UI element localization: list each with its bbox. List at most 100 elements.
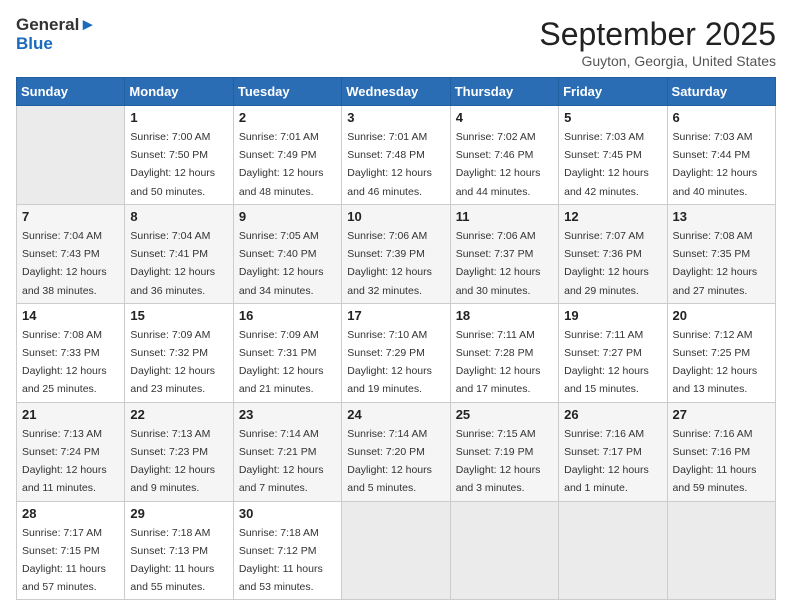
calendar-cell bbox=[667, 501, 775, 600]
day-number: 26 bbox=[564, 407, 661, 422]
calendar-header-wednesday: Wednesday bbox=[342, 78, 450, 106]
day-number: 15 bbox=[130, 308, 227, 323]
calendar-cell: 8 Sunrise: 7:04 AM Sunset: 7:41 PM Dayli… bbox=[125, 204, 233, 303]
calendar-cell: 27 Sunrise: 7:16 AM Sunset: 7:16 PM Dayl… bbox=[667, 402, 775, 501]
day-number: 3 bbox=[347, 110, 444, 125]
calendar-header-friday: Friday bbox=[559, 78, 667, 106]
calendar-cell: 24 Sunrise: 7:14 AM Sunset: 7:20 PM Dayl… bbox=[342, 402, 450, 501]
calendar-cell bbox=[450, 501, 558, 600]
day-info: Sunrise: 7:16 AM Sunset: 7:17 PM Dayligh… bbox=[564, 428, 649, 495]
day-number: 25 bbox=[456, 407, 553, 422]
day-number: 21 bbox=[22, 407, 119, 422]
day-info: Sunrise: 7:15 AM Sunset: 7:19 PM Dayligh… bbox=[456, 428, 541, 495]
calendar-cell: 18 Sunrise: 7:11 AM Sunset: 7:28 PM Dayl… bbox=[450, 303, 558, 402]
day-number: 30 bbox=[239, 506, 336, 521]
day-number: 9 bbox=[239, 209, 336, 224]
calendar-cell bbox=[17, 106, 125, 205]
calendar-header-sunday: Sunday bbox=[17, 78, 125, 106]
calendar-cell: 1 Sunrise: 7:00 AM Sunset: 7:50 PM Dayli… bbox=[125, 106, 233, 205]
calendar-week-4: 21 Sunrise: 7:13 AM Sunset: 7:24 PM Dayl… bbox=[17, 402, 776, 501]
calendar-cell: 16 Sunrise: 7:09 AM Sunset: 7:31 PM Dayl… bbox=[233, 303, 341, 402]
logo: General► Blue bbox=[16, 16, 96, 53]
day-number: 11 bbox=[456, 209, 553, 224]
calendar-cell: 25 Sunrise: 7:15 AM Sunset: 7:19 PM Dayl… bbox=[450, 402, 558, 501]
day-info: Sunrise: 7:03 AM Sunset: 7:45 PM Dayligh… bbox=[564, 131, 649, 198]
day-number: 13 bbox=[673, 209, 770, 224]
day-info: Sunrise: 7:01 AM Sunset: 7:49 PM Dayligh… bbox=[239, 131, 324, 198]
day-info: Sunrise: 7:06 AM Sunset: 7:37 PM Dayligh… bbox=[456, 230, 541, 297]
day-info: Sunrise: 7:01 AM Sunset: 7:48 PM Dayligh… bbox=[347, 131, 432, 198]
calendar-cell bbox=[342, 501, 450, 600]
day-number: 4 bbox=[456, 110, 553, 125]
day-info: Sunrise: 7:02 AM Sunset: 7:46 PM Dayligh… bbox=[456, 131, 541, 198]
calendar-cell: 9 Sunrise: 7:05 AM Sunset: 7:40 PM Dayli… bbox=[233, 204, 341, 303]
day-number: 28 bbox=[22, 506, 119, 521]
day-number: 7 bbox=[22, 209, 119, 224]
day-info: Sunrise: 7:14 AM Sunset: 7:20 PM Dayligh… bbox=[347, 428, 432, 495]
logo-general: General► bbox=[16, 16, 96, 35]
day-info: Sunrise: 7:08 AM Sunset: 7:35 PM Dayligh… bbox=[673, 230, 758, 297]
day-info: Sunrise: 7:18 AM Sunset: 7:13 PM Dayligh… bbox=[130, 527, 214, 594]
day-number: 5 bbox=[564, 110, 661, 125]
calendar-cell: 11 Sunrise: 7:06 AM Sunset: 7:37 PM Dayl… bbox=[450, 204, 558, 303]
day-info: Sunrise: 7:00 AM Sunset: 7:50 PM Dayligh… bbox=[130, 131, 215, 198]
location-subtitle: Guyton, Georgia, United States bbox=[539, 53, 776, 69]
day-info: Sunrise: 7:13 AM Sunset: 7:24 PM Dayligh… bbox=[22, 428, 107, 495]
calendar-header-thursday: Thursday bbox=[450, 78, 558, 106]
day-number: 16 bbox=[239, 308, 336, 323]
page-header: General► Blue September 2025 Guyton, Geo… bbox=[16, 16, 776, 69]
day-info: Sunrise: 7:14 AM Sunset: 7:21 PM Dayligh… bbox=[239, 428, 324, 495]
title-block: September 2025 Guyton, Georgia, United S… bbox=[539, 16, 776, 69]
day-number: 17 bbox=[347, 308, 444, 323]
calendar-cell: 21 Sunrise: 7:13 AM Sunset: 7:24 PM Dayl… bbox=[17, 402, 125, 501]
calendar-header-row: SundayMondayTuesdayWednesdayThursdayFrid… bbox=[17, 78, 776, 106]
calendar-cell: 10 Sunrise: 7:06 AM Sunset: 7:39 PM Dayl… bbox=[342, 204, 450, 303]
day-number: 27 bbox=[673, 407, 770, 422]
day-number: 23 bbox=[239, 407, 336, 422]
calendar-cell: 28 Sunrise: 7:17 AM Sunset: 7:15 PM Dayl… bbox=[17, 501, 125, 600]
day-info: Sunrise: 7:07 AM Sunset: 7:36 PM Dayligh… bbox=[564, 230, 649, 297]
calendar-cell: 26 Sunrise: 7:16 AM Sunset: 7:17 PM Dayl… bbox=[559, 402, 667, 501]
calendar-header-tuesday: Tuesday bbox=[233, 78, 341, 106]
day-number: 2 bbox=[239, 110, 336, 125]
day-info: Sunrise: 7:13 AM Sunset: 7:23 PM Dayligh… bbox=[130, 428, 215, 495]
day-info: Sunrise: 7:17 AM Sunset: 7:15 PM Dayligh… bbox=[22, 527, 106, 594]
day-info: Sunrise: 7:16 AM Sunset: 7:16 PM Dayligh… bbox=[673, 428, 757, 495]
day-number: 24 bbox=[347, 407, 444, 422]
calendar-table: SundayMondayTuesdayWednesdayThursdayFrid… bbox=[16, 77, 776, 600]
calendar-cell: 2 Sunrise: 7:01 AM Sunset: 7:49 PM Dayli… bbox=[233, 106, 341, 205]
calendar-cell: 30 Sunrise: 7:18 AM Sunset: 7:12 PM Dayl… bbox=[233, 501, 341, 600]
day-number: 29 bbox=[130, 506, 227, 521]
calendar-cell: 17 Sunrise: 7:10 AM Sunset: 7:29 PM Dayl… bbox=[342, 303, 450, 402]
calendar-week-3: 14 Sunrise: 7:08 AM Sunset: 7:33 PM Dayl… bbox=[17, 303, 776, 402]
calendar-cell: 22 Sunrise: 7:13 AM Sunset: 7:23 PM Dayl… bbox=[125, 402, 233, 501]
calendar-cell: 12 Sunrise: 7:07 AM Sunset: 7:36 PM Dayl… bbox=[559, 204, 667, 303]
day-info: Sunrise: 7:04 AM Sunset: 7:43 PM Dayligh… bbox=[22, 230, 107, 297]
calendar-cell: 13 Sunrise: 7:08 AM Sunset: 7:35 PM Dayl… bbox=[667, 204, 775, 303]
calendar-cell: 20 Sunrise: 7:12 AM Sunset: 7:25 PM Dayl… bbox=[667, 303, 775, 402]
calendar-cell: 7 Sunrise: 7:04 AM Sunset: 7:43 PM Dayli… bbox=[17, 204, 125, 303]
calendar-cell: 19 Sunrise: 7:11 AM Sunset: 7:27 PM Dayl… bbox=[559, 303, 667, 402]
calendar-cell: 23 Sunrise: 7:14 AM Sunset: 7:21 PM Dayl… bbox=[233, 402, 341, 501]
calendar-week-5: 28 Sunrise: 7:17 AM Sunset: 7:15 PM Dayl… bbox=[17, 501, 776, 600]
day-info: Sunrise: 7:05 AM Sunset: 7:40 PM Dayligh… bbox=[239, 230, 324, 297]
day-info: Sunrise: 7:09 AM Sunset: 7:31 PM Dayligh… bbox=[239, 329, 324, 396]
logo-blue: Blue bbox=[16, 35, 96, 54]
day-info: Sunrise: 7:11 AM Sunset: 7:27 PM Dayligh… bbox=[564, 329, 649, 396]
day-number: 18 bbox=[456, 308, 553, 323]
day-info: Sunrise: 7:06 AM Sunset: 7:39 PM Dayligh… bbox=[347, 230, 432, 297]
calendar-cell: 4 Sunrise: 7:02 AM Sunset: 7:46 PM Dayli… bbox=[450, 106, 558, 205]
day-info: Sunrise: 7:04 AM Sunset: 7:41 PM Dayligh… bbox=[130, 230, 215, 297]
day-number: 22 bbox=[130, 407, 227, 422]
day-info: Sunrise: 7:10 AM Sunset: 7:29 PM Dayligh… bbox=[347, 329, 432, 396]
day-number: 14 bbox=[22, 308, 119, 323]
calendar-cell: 15 Sunrise: 7:09 AM Sunset: 7:32 PM Dayl… bbox=[125, 303, 233, 402]
day-number: 19 bbox=[564, 308, 661, 323]
day-info: Sunrise: 7:11 AM Sunset: 7:28 PM Dayligh… bbox=[456, 329, 541, 396]
day-info: Sunrise: 7:08 AM Sunset: 7:33 PM Dayligh… bbox=[22, 329, 107, 396]
day-info: Sunrise: 7:18 AM Sunset: 7:12 PM Dayligh… bbox=[239, 527, 323, 594]
calendar-header-monday: Monday bbox=[125, 78, 233, 106]
calendar-cell: 29 Sunrise: 7:18 AM Sunset: 7:13 PM Dayl… bbox=[125, 501, 233, 600]
month-title: September 2025 bbox=[539, 16, 776, 53]
day-number: 1 bbox=[130, 110, 227, 125]
